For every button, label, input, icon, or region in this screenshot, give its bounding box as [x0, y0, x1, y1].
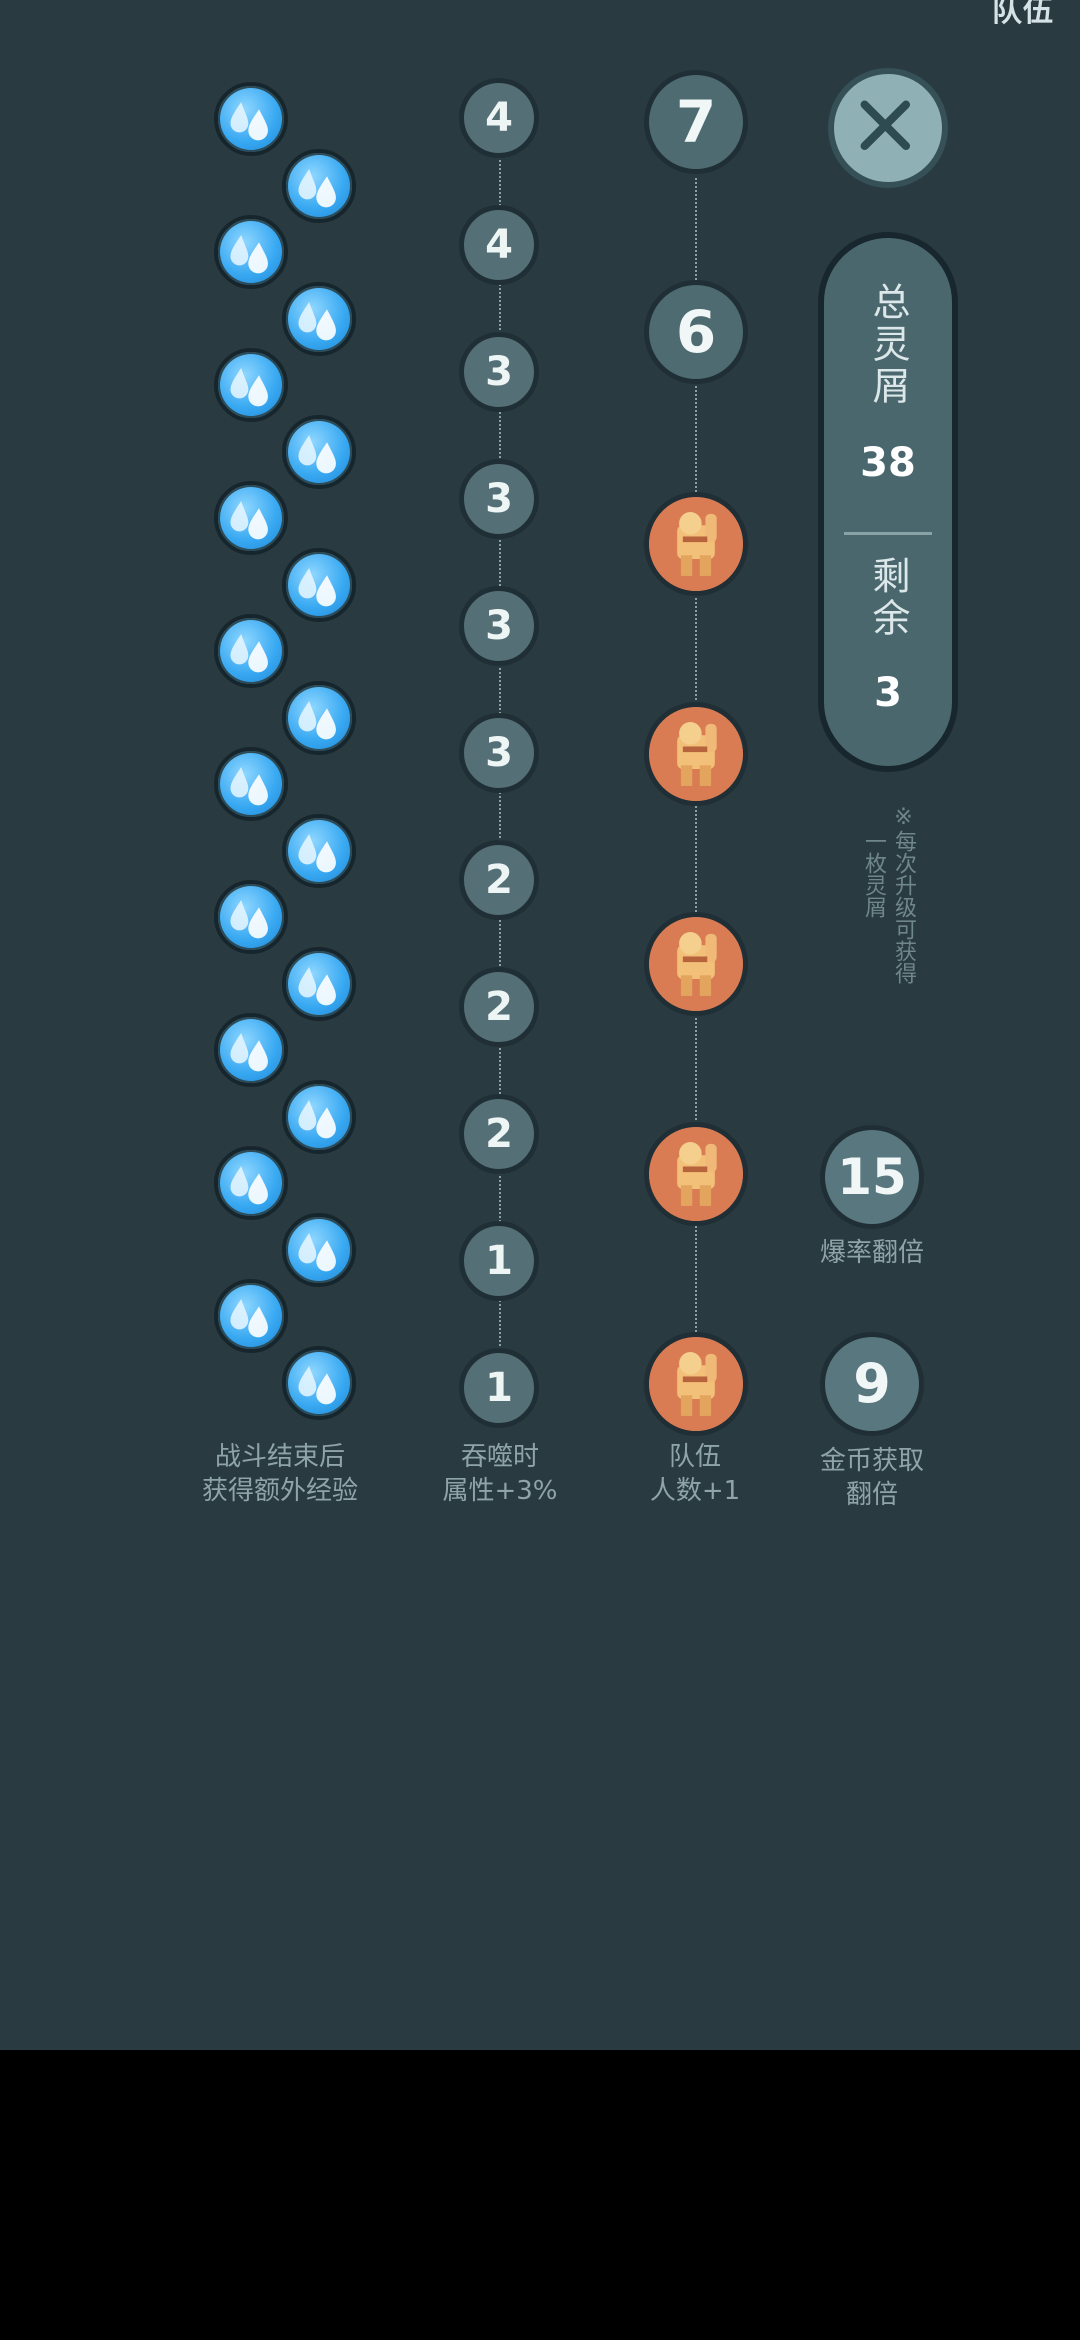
devour-level[interactable]: 4: [459, 205, 539, 285]
water-drop-icon: [282, 1212, 356, 1287]
devour-caption: 吞噬时 属性+3%: [442, 1442, 558, 1506]
water-drop-icon: [214, 82, 288, 156]
warrior-portrait-icon[interactable]: [644, 1122, 748, 1226]
water-drop-icon: [214, 747, 288, 821]
drop-rate-caption: 爆率翻倍: [819, 1238, 924, 1268]
water-drop-icon: [214, 1146, 288, 1220]
water-drop-icon: [214, 614, 288, 688]
note-line-1: ※每次升级可获得: [891, 805, 916, 984]
water-drop-icon: [282, 1079, 356, 1154]
total-value: 38: [860, 440, 916, 486]
water-drop-icon: [214, 348, 288, 422]
team-level-7[interactable]: 7: [644, 70, 748, 174]
note-line-2: 一枚灵屑: [861, 830, 886, 918]
water-drop-icon: [282, 680, 356, 755]
devour-level[interactable]: 2: [459, 840, 539, 920]
close-icon: [860, 100, 911, 151]
water-drop-icon: [282, 813, 356, 888]
devour-level[interactable]: 3: [459, 332, 539, 412]
devour-level[interactable]: 2: [459, 1094, 539, 1174]
total-label-wrap: 总灵屑: [824, 282, 952, 408]
summary-pill: 总灵屑 38 剩余 3: [818, 232, 958, 772]
team-level-6[interactable]: 6: [644, 280, 748, 384]
warrior-portrait-icon[interactable]: [644, 1332, 748, 1436]
total-label: 总灵屑: [866, 282, 910, 408]
water-drop-icon: [214, 215, 288, 289]
devour-level[interactable]: 1: [459, 1348, 539, 1428]
team-caption: 队伍 人数+1: [649, 1442, 741, 1506]
water-drop-icon: [282, 281, 356, 356]
water-drop-icon: [282, 148, 356, 223]
water-drop-icon: [214, 1013, 288, 1087]
pill-divider: [844, 532, 932, 535]
remaining-value: 3: [874, 670, 902, 716]
corner-label: 队伍: [992, 0, 1054, 29]
remaining-label-wrap: 剩余: [824, 556, 952, 640]
water-drop-icon: [282, 1345, 356, 1420]
water-drop-icon: [282, 946, 356, 1021]
water-drop-icon: [214, 1279, 288, 1353]
devour-level[interactable]: 1: [459, 1221, 539, 1301]
devour-level[interactable]: 3: [459, 586, 539, 666]
gold-bonus[interactable]: 9: [820, 1332, 924, 1436]
drop-rate-bonus[interactable]: 15: [820, 1125, 924, 1229]
devour-level[interactable]: 3: [459, 713, 539, 793]
close-button[interactable]: [828, 68, 948, 188]
devour-level[interactable]: 3: [459, 459, 539, 539]
devour-level[interactable]: 2: [459, 967, 539, 1047]
water-drop-icon: [282, 547, 356, 622]
water-drop-icon: [214, 481, 288, 555]
system-bottom-area: [0, 2050, 1080, 2340]
water-drop-icon: [282, 414, 356, 489]
devour-level[interactable]: 4: [459, 78, 539, 158]
experience-caption: 战斗结束后 获得额外经验: [201, 1442, 358, 1506]
warrior-portrait-icon[interactable]: [644, 492, 748, 596]
warrior-portrait-icon[interactable]: [644, 702, 748, 806]
water-drop-icon: [214, 880, 288, 954]
gold-caption: 金币获取 翻倍: [819, 1446, 924, 1510]
upgrade-panel: 队伍 战斗结束后 获得额外经验 44333322211 吞噬时 属性+3% 7 …: [0, 0, 1080, 2050]
remaining-label: 剩余: [866, 556, 910, 640]
warrior-portrait-icon[interactable]: [644, 912, 748, 1016]
